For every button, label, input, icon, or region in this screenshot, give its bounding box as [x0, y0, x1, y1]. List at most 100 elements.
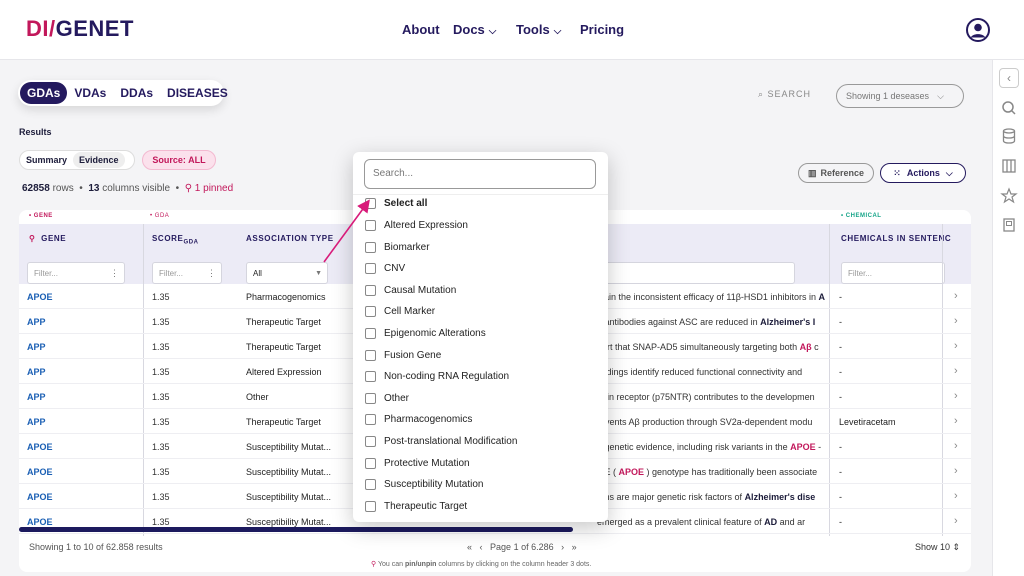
dropdown-option[interactable]: Epigenomic Alterations: [365, 328, 486, 339]
dropdown-search-input[interactable]: Search...: [364, 159, 596, 189]
checkbox-icon[interactable]: [365, 241, 376, 253]
gene-filter-input[interactable]: Filter... ⋮: [27, 262, 125, 284]
nav-about[interactable]: About: [402, 22, 440, 37]
chemical-filter-input[interactable]: Filter...: [841, 262, 945, 284]
gene-link[interactable]: APP: [27, 342, 46, 352]
checkbox-icon[interactable]: [365, 198, 376, 209]
source-filter-pill[interactable]: Source: ALL: [142, 150, 216, 170]
view-toggle: Summary Evidence: [19, 150, 135, 170]
database-icon[interactable]: [999, 126, 1019, 146]
gene-link[interactable]: APOE: [27, 517, 53, 527]
chevron-down-icon: ⌵: [553, 26, 562, 37]
score-filter-input[interactable]: Filter... ⋮: [152, 262, 222, 284]
more-vertical-icon[interactable]: ⋮: [207, 268, 216, 279]
gene-link[interactable]: APOE: [27, 467, 53, 477]
chevron-right-icon[interactable]: ›: [954, 465, 958, 477]
chevron-right-icon[interactable]: ›: [954, 440, 958, 452]
next-page-button[interactable]: ›: [561, 542, 564, 552]
evidence-toggle[interactable]: Evidence: [73, 152, 125, 168]
last-page-button[interactable]: »: [572, 542, 577, 552]
nav-tools[interactable]: Tools ⌵: [516, 22, 561, 37]
chevron-right-icon[interactable]: ›: [954, 515, 958, 527]
association-type-select[interactable]: All ▼: [246, 262, 328, 284]
chevron-right-icon[interactable]: ›: [954, 490, 958, 502]
checkbox-icon[interactable]: [365, 349, 376, 361]
nav-pricing[interactable]: Pricing: [580, 22, 624, 37]
score-cell: 1.35: [152, 342, 170, 352]
checkbox-icon[interactable]: [365, 392, 376, 404]
gene-link[interactable]: APP: [27, 417, 46, 427]
checkbox-icon[interactable]: [365, 284, 376, 296]
chevron-right-icon[interactable]: ›: [954, 290, 958, 302]
dropdown-option[interactable]: Susceptibility Mutation: [365, 479, 484, 491]
checkbox-icon[interactable]: [365, 436, 376, 447]
select-all-checkbox[interactable]: Select all: [365, 198, 427, 209]
summary-toggle[interactable]: Summary: [20, 152, 73, 168]
book-icon[interactable]: [999, 215, 1019, 235]
columns-icon[interactable]: [999, 156, 1019, 176]
dropdown-option[interactable]: Pharmacogenomics: [365, 414, 472, 426]
star-icon[interactable]: [999, 186, 1019, 206]
column-header-association-type[interactable]: ASSOCIATION TYPE: [246, 234, 334, 243]
search-icon[interactable]: [999, 98, 1019, 118]
checkbox-icon[interactable]: [365, 457, 376, 469]
chevron-right-icon[interactable]: ›: [954, 340, 958, 352]
chevron-right-icon[interactable]: ›: [954, 390, 958, 402]
gene-link[interactable]: APOE: [27, 442, 53, 452]
dropdown-option[interactable]: Cell Marker: [365, 306, 435, 318]
tab-diseases[interactable]: DISEASES: [160, 82, 235, 104]
chevron-right-icon[interactable]: ›: [954, 365, 958, 377]
page-size-select[interactable]: Show 10 ⇕: [915, 542, 960, 553]
tab-vdas[interactable]: VDAs: [67, 82, 113, 104]
more-vertical-icon[interactable]: ⋮: [110, 268, 119, 279]
gene-link[interactable]: APOE: [27, 492, 53, 502]
horizontal-scrollbar[interactable]: [19, 527, 573, 532]
user-account-icon[interactable]: [966, 18, 990, 42]
chevron-right-icon[interactable]: ›: [954, 315, 958, 327]
pin-hint: ⚲ You can pin/unpin columns by clicking …: [371, 561, 592, 568]
results-title: Results: [19, 127, 52, 137]
dropdown-option[interactable]: CNV: [365, 263, 405, 275]
column-header-gene[interactable]: ⚲ GENE: [29, 234, 66, 243]
checkbox-icon[interactable]: [365, 479, 376, 491]
dropdown-option[interactable]: Fusion Gene: [365, 349, 441, 361]
dropdown-option[interactable]: Non-coding RNA Regulation: [365, 371, 509, 383]
tab-gdas[interactable]: GDAs: [20, 82, 68, 104]
dropdown-option[interactable]: Protective Mutation: [365, 457, 470, 469]
checkbox-icon[interactable]: [365, 220, 376, 231]
actions-button[interactable]: ⁙ Actions ⌵: [880, 163, 966, 183]
gene-link[interactable]: APP: [27, 392, 46, 402]
checkbox-icon[interactable]: [365, 414, 376, 426]
collapse-sidebar-button[interactable]: ‹: [999, 68, 1019, 88]
column-header-chemicals[interactable]: CHEMICALS IN SENTENC: [841, 234, 951, 243]
reference-button[interactable]: ▥ Reference: [798, 163, 874, 183]
dropdown-option[interactable]: Other: [365, 392, 409, 404]
sentence-cell: g genetic evidence, including risk varia…: [597, 442, 822, 452]
sentence-cell: findings identify reduced functional con…: [597, 367, 803, 377]
first-page-button[interactable]: «: [467, 542, 472, 552]
checkbox-icon[interactable]: [365, 263, 376, 275]
gene-link[interactable]: APP: [27, 367, 46, 377]
sentence-filter-input[interactable]: [597, 262, 795, 284]
gene-link[interactable]: APOE: [27, 292, 53, 302]
nav-docs[interactable]: Docs ⌵: [453, 22, 496, 37]
search-button[interactable]: ⌕ SEARCH: [758, 89, 811, 100]
pinned-count[interactable]: 1 pinned: [195, 183, 233, 194]
checkbox-icon[interactable]: [365, 500, 376, 512]
dropdown-option[interactable]: Therapeutic Target: [365, 500, 467, 512]
checkbox-icon[interactable]: [365, 306, 376, 318]
dropdown-option[interactable]: Biomarker: [365, 241, 430, 253]
tab-ddas[interactable]: DDAs: [113, 82, 160, 104]
disgenet-logo[interactable]: DI/GENET: [26, 16, 134, 42]
gene-link[interactable]: APP: [27, 317, 46, 327]
dropdown-option[interactable]: Altered Expression: [365, 220, 468, 231]
chevron-left-icon: ‹: [1007, 71, 1011, 85]
dropdown-option[interactable]: Causal Mutation: [365, 284, 456, 296]
column-header-score[interactable]: SCOREGDA: [152, 234, 199, 246]
chevron-right-icon[interactable]: ›: [954, 415, 958, 427]
checkbox-icon[interactable]: [365, 371, 376, 383]
checkbox-icon[interactable]: [365, 328, 376, 339]
disease-filter-select[interactable]: Showing 1 deseases ⌵: [836, 84, 964, 108]
dropdown-option[interactable]: Post-translational Modification: [365, 436, 517, 447]
previous-page-button[interactable]: ‹: [480, 542, 483, 552]
